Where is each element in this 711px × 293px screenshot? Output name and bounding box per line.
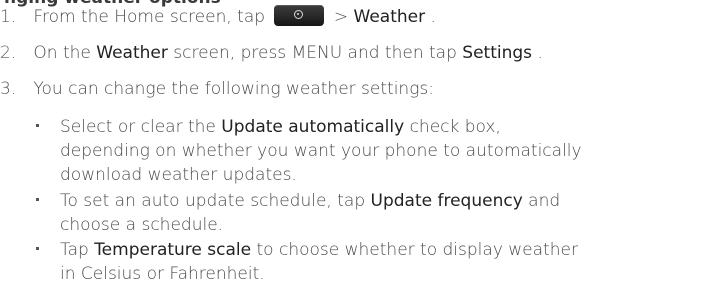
bullet-text-pre: Tap xyxy=(60,240,95,260)
all-apps-icon xyxy=(274,5,325,26)
bullet-text-pre: Select or clear the xyxy=(60,117,222,137)
bullet-line: Select or clear the Update automatically… xyxy=(60,115,711,139)
update-automatically-label: Update automatically xyxy=(221,117,405,137)
bullet-text-post: and xyxy=(522,191,561,211)
bullet-line: depending on whether you want your phone… xyxy=(60,141,582,161)
step-text-end: . xyxy=(537,43,543,63)
step-text-sep: > xyxy=(333,7,354,27)
update-frequency-label: Update frequency xyxy=(370,191,523,211)
temperature-scale-label: Temperature scale xyxy=(94,240,252,260)
document-page: nging weather options 1. From the Home s… xyxy=(0,0,711,293)
step-3: 3. You can change the following weather … xyxy=(0,77,434,101)
bullet-line: download weather updates. xyxy=(60,165,297,185)
bullet-text-post: to choose whether to display weather xyxy=(251,240,578,260)
bullet-line: To set an auto update schedule, tap Upda… xyxy=(60,189,711,213)
bullet-line: Tap Temperature scale to choose whether … xyxy=(60,238,711,262)
step-1: 1. From the Home screen, tap > Weather . xyxy=(0,5,436,29)
step-number: 3. xyxy=(0,79,17,99)
step-number: 2. xyxy=(0,43,17,63)
dot-icon xyxy=(294,10,304,19)
step-2: 2. On the Weather screen, press MENU and… xyxy=(0,41,543,65)
weather-app-label: Weather xyxy=(353,7,426,27)
bullet-text-pre: To set an auto update schedule, tap xyxy=(60,191,371,211)
bullet-text-post: check box, xyxy=(404,117,501,137)
bullet-line: in Celsius or Fahrenheit. xyxy=(60,264,265,284)
step-text-pre: On the xyxy=(33,43,97,63)
step-text-mid: screen, press MENU and then tap xyxy=(173,43,463,63)
step-text-end: . xyxy=(430,7,436,27)
step-text: You can change the following weather set… xyxy=(33,79,434,99)
bullet-marker xyxy=(36,124,39,127)
settings-label: Settings xyxy=(462,43,533,63)
step-text-pre: From the Home screen, tap xyxy=(33,7,266,27)
weather-screen-label: Weather xyxy=(96,43,168,63)
step-number: 1. xyxy=(0,7,17,27)
bullet-line: choose a schedule. xyxy=(60,215,224,235)
bullet-marker xyxy=(36,247,39,250)
bullet-marker xyxy=(36,198,39,201)
